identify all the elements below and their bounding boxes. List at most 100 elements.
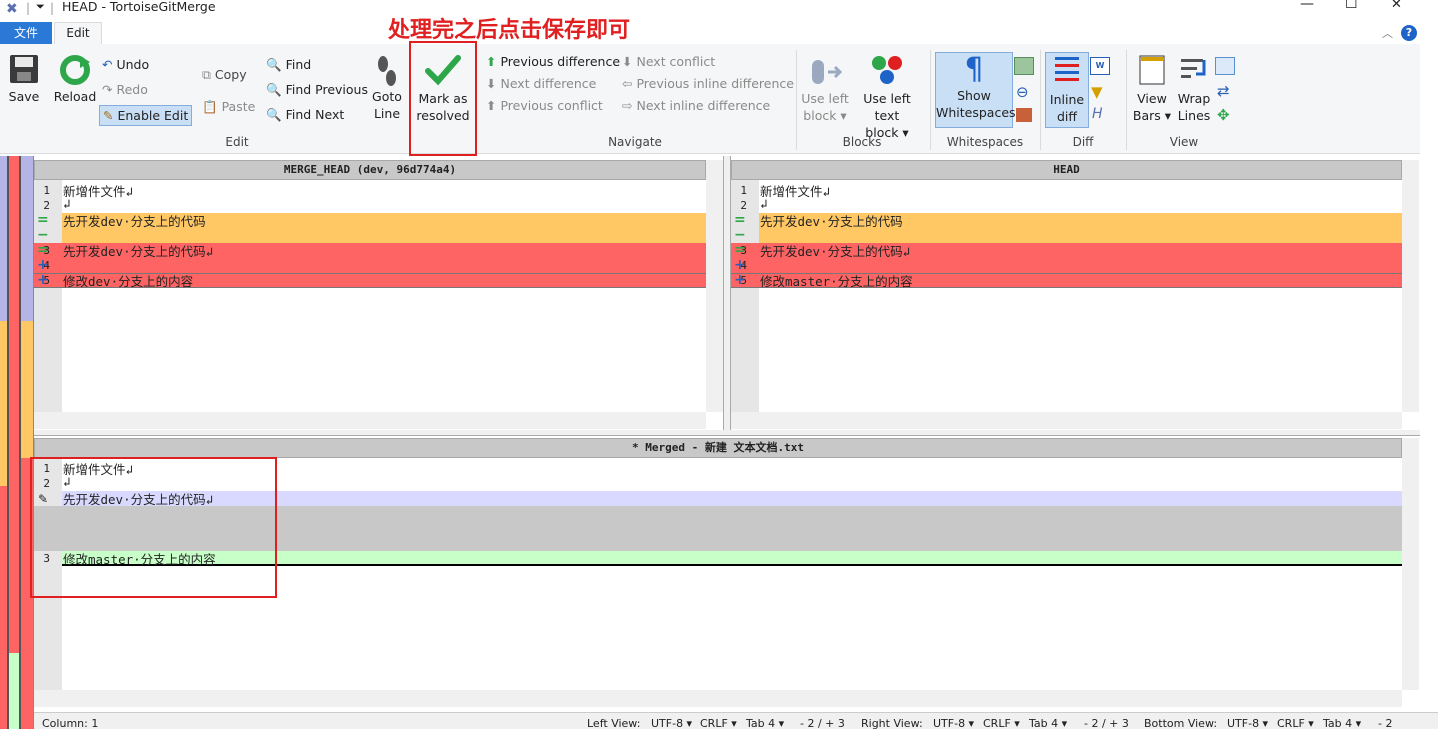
status-bottom-eol[interactable]: CRLF ▾ [1277,717,1314,730]
tab-edit[interactable]: Edit [54,22,102,45]
word-diff-icon[interactable]: W [1090,57,1110,75]
reload-button[interactable]: Reload [52,54,98,105]
collapse-icon[interactable]: ✥ [1217,106,1230,124]
view-bars-button[interactable]: View Bars ▾ [1132,54,1172,124]
filter-icon[interactable]: ▼ [1091,83,1103,101]
next-conflict-button[interactable]: ⬇ Next conflict [622,54,715,69]
whitespace-option-3-icon[interactable] [1016,108,1032,122]
app-icon: ✖ [6,1,18,17]
left-pane-line-text: 新增件文件↲ [63,184,134,199]
right-pane-vertical-scrollbar[interactable] [1402,160,1419,412]
undo-button[interactable]: ↶ Undo [102,57,149,72]
use-text-block-icon [872,56,902,84]
copy-button[interactable]: ⧉ Copy [202,67,247,83]
down-arrow-icon: ⬇ [622,54,633,69]
left-pane-line-number: 1 [43,184,50,197]
use-left-block-button[interactable]: Use left block ▾ [800,58,850,124]
goto-line-button[interactable]: Goto Line [368,54,406,122]
next-difference-button[interactable]: ⬇ Next difference [486,76,596,91]
ribbon-tabs: 文件 Edit ︿ ? [0,22,1438,45]
next-inline-difference-button[interactable]: ⇨ Next inline difference [622,98,770,113]
close-button[interactable]: ✕ [1391,0,1402,12]
horizontal-splitter[interactable] [34,430,1420,436]
right-pane-change-marker: = [734,212,746,228]
left-pane-change-marker: + [37,272,49,288]
left-pane-vertical-scrollbar[interactable] [706,160,723,412]
previous-inline-difference-button[interactable]: ⇦ Previous inline difference [622,76,794,91]
left-pane-header: MERGE_HEAD (dev, 96d774a4) [34,160,706,180]
undo-icon: ↶ [102,57,113,72]
redo-icon: ↷ [102,82,113,97]
maximize-button[interactable]: ☐ [1345,0,1358,12]
save-button[interactable]: Save [4,54,44,105]
ignore-case-icon[interactable]: H [1092,106,1103,122]
annotation-text: 处理完之后点击保存即可 [388,18,631,43]
right-pane-line-text: 修改master·分支上的内容 [760,274,913,289]
status-right-tab[interactable]: Tab 4 ▾ [1029,717,1067,730]
view-option-1-icon[interactable] [1215,57,1235,75]
paste-icon: 📋 [202,99,218,114]
left-pane-change-marker: = [37,242,49,258]
status-bottom-counts: - 2 [1378,717,1393,730]
collapse-ribbon-icon[interactable]: ︿ [1382,25,1393,41]
reload-icon [60,55,90,85]
window-title: HEAD - TortoiseGitMerge [62,0,216,14]
left-pane-change-marker: + [37,257,49,273]
redo-button[interactable]: ↷ Redo [102,82,148,97]
left-pane-horizontal-scrollbar[interactable] [34,412,706,429]
status-bottom-tab[interactable]: Tab 4 ▾ [1323,717,1361,730]
find-next-button[interactable]: 🔍 Find Next [266,107,344,123]
find-button[interactable]: 🔍 Find [266,57,311,73]
group-label-edit: Edit [225,135,249,149]
status-left-eol[interactable]: CRLF ▾ [700,717,737,730]
status-right-eol[interactable]: CRLF ▾ [983,717,1020,730]
left-pane-line-text: 修改dev·分支上的内容 [63,274,194,289]
minimize-button[interactable]: — [1300,0,1314,12]
right-pane-change-marker: + [734,257,746,273]
annotation-box-merged [30,457,277,598]
merged-pane-vertical-scrollbar[interactable] [1402,438,1419,690]
group-label-blocks: Blocks [842,135,882,149]
paste-button[interactable]: 📋 Paste [202,99,255,115]
previous-difference-button[interactable]: ⬆ Previous difference [486,54,620,69]
up-arrow-icon: ⬆ [486,98,497,113]
left-pane-change-marker: − [37,227,49,243]
status-left-view: Left View: [587,717,641,730]
group-label-view: View [1169,135,1199,149]
tab-file[interactable]: 文件 [0,22,52,44]
pilcrow-icon: ¶ [964,52,984,87]
right-pane-line-text: 新增件文件↲ [760,184,831,199]
previous-conflict-button[interactable]: ⬆ Previous conflict [486,98,603,113]
inline-diff-button[interactable]: Inline diff [1045,52,1089,128]
status-bottom-encoding[interactable]: UTF-8 ▾ [1227,717,1268,730]
right-pane-change-marker: + [734,272,746,288]
whitespace-option-2-icon[interactable]: ⊖ [1016,83,1029,101]
title-bar: ✖ | ⏷ | HEAD - TortoiseGitMerge — ☐ ✕ [0,0,1438,22]
group-label-navigate: Navigate [608,135,662,149]
find-previous-button[interactable]: 🔍 Find Previous [266,82,368,98]
right-pane-horizontal-scrollbar[interactable] [731,412,1402,429]
help-icon[interactable]: ? [1401,25,1417,41]
status-left-tab[interactable]: Tab 4 ▾ [746,717,784,730]
find-next-icon: 🔍 [266,107,282,122]
status-right-encoding[interactable]: UTF-8 ▾ [933,717,974,730]
vertical-splitter[interactable] [723,156,731,432]
status-right-counts: - 2 / + 3 [1084,717,1129,730]
merged-pane-header: * Merged - 新建 文本文档.txt [34,438,1402,458]
left-pane-line-text: 先开发dev·分支上的代码↲ [63,244,214,259]
enable-edit-button[interactable]: ✎ Enable Edit [99,105,193,126]
show-whitespaces-button[interactable]: ¶ Show Whitespaces [935,52,1016,128]
location-bar[interactable] [0,156,34,729]
right-arrow-icon: ⇨ [622,98,633,113]
merged-pane-horizontal-scrollbar[interactable] [34,690,1402,707]
footprints-icon [378,56,396,86]
whitespace-option-1-icon[interactable] [1014,57,1034,75]
use-left-text-block-button[interactable]: Use left text block ▾ [850,54,924,141]
qat-dropdown-icon[interactable]: ⏷ [36,0,45,14]
swap-icon[interactable]: ⇄ [1217,82,1230,100]
copy-icon: ⧉ [202,67,211,82]
wrap-lines-button[interactable]: Wrap Lines [1174,54,1214,124]
status-right-view: Right View: [861,717,923,730]
status-left-encoding[interactable]: UTF-8 ▾ [651,717,692,730]
left-pane-line-text: 先开发dev·分支上的代码 [63,214,206,229]
